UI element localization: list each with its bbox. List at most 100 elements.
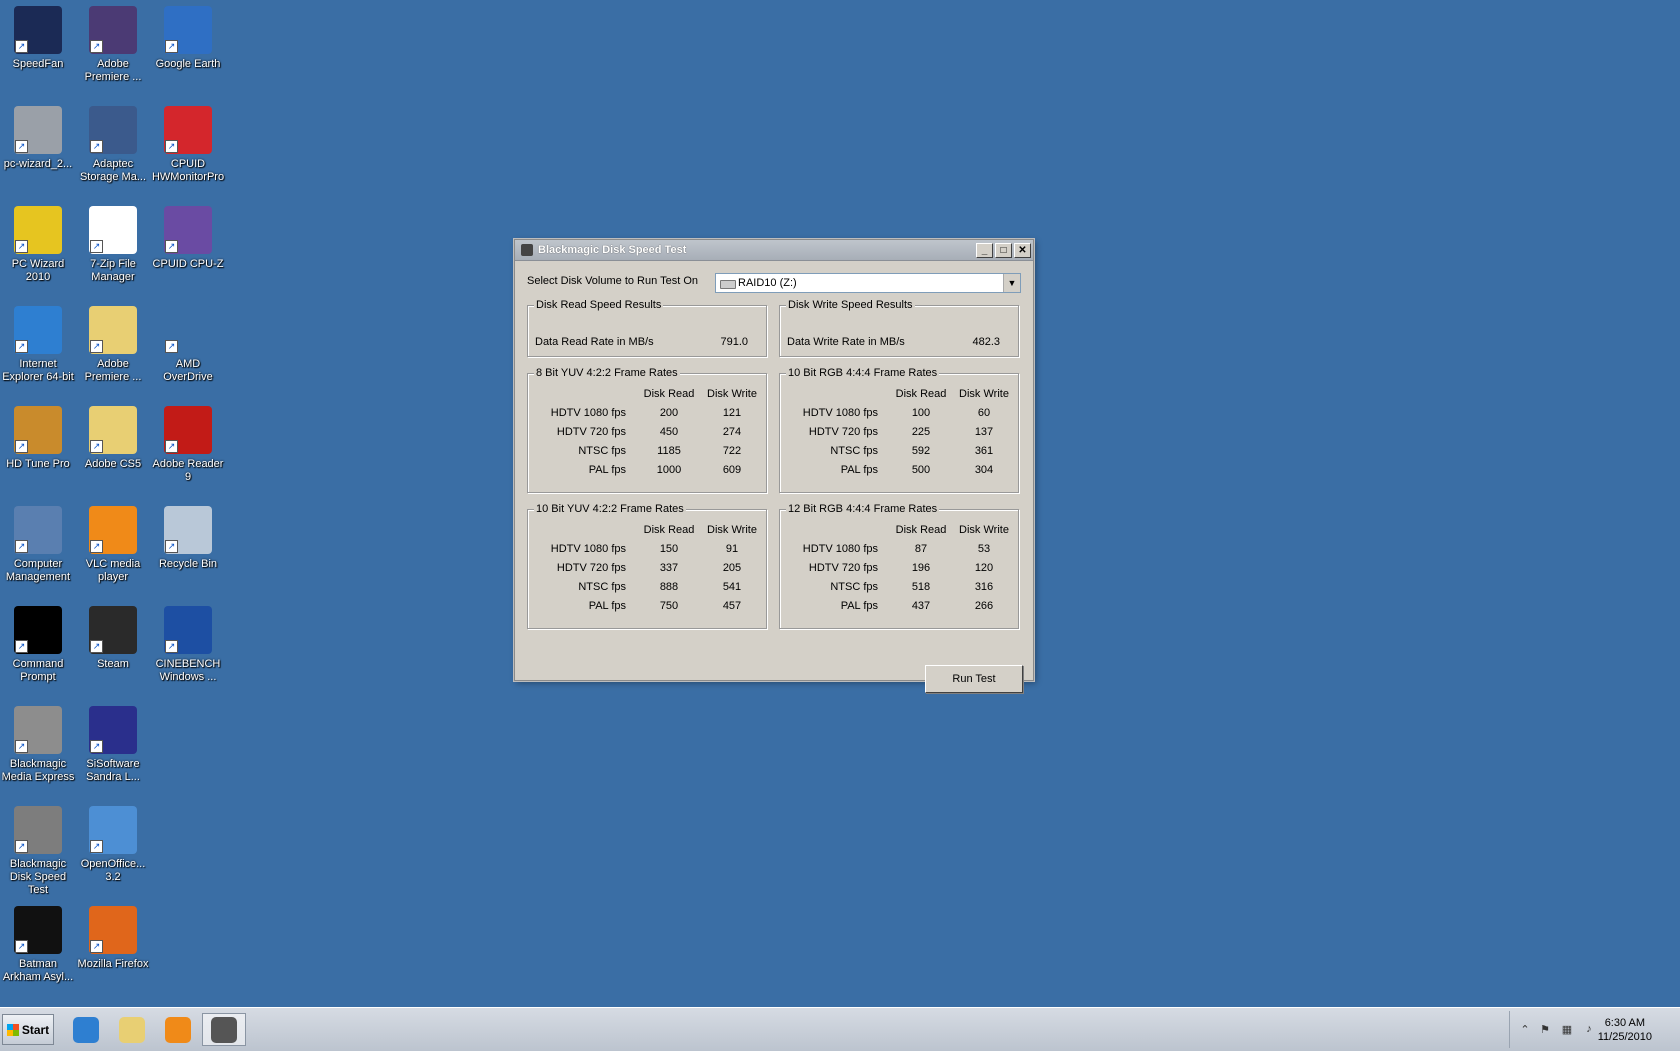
- read-value: 87: [914, 543, 928, 555]
- desktop-icon[interactable]: ↗ Recycle Bin: [150, 506, 226, 571]
- shortcut-arrow-icon: ↗: [15, 940, 28, 953]
- taskbar-button[interactable]: [110, 1013, 154, 1046]
- table-header-row: Disk Read Disk Write: [780, 524, 1018, 543]
- desktop-icon[interactable]: ↗ AMD OverDrive: [150, 306, 226, 384]
- start-button[interactable]: Start: [2, 1014, 54, 1045]
- action-center-icon[interactable]: ⚑: [1538, 1023, 1552, 1037]
- clock-time: 6:30 AM: [1604, 1017, 1646, 1029]
- amd-icon: ↗: [164, 306, 212, 354]
- table-row: HDTV 720 fps 337 205: [528, 562, 766, 581]
- storage-icon: ↗: [89, 106, 137, 154]
- network-icon[interactable]: ▦: [1560, 1023, 1574, 1037]
- desktop-icon[interactable]: ↗ HD Tune Pro: [0, 406, 76, 471]
- read-value: 100: [911, 407, 931, 419]
- frame-rate-group: 10 Bit RGB 4:4:4 Frame Rates Disk Read Dis…: [779, 367, 1019, 493]
- taskbar-button[interactable]: [156, 1013, 200, 1046]
- desktop-icon[interactable]: ↗ Batman Arkham Asyl...: [0, 906, 76, 984]
- desktop-icon[interactable]: ↗ pc-wizard_2...: [0, 106, 76, 171]
- premiere-icon: ↗: [89, 6, 137, 54]
- table-row: HDTV 1080 fps 100 60: [780, 407, 1018, 426]
- frame-rate-legend: 10 Bit YUV 4:2:2 Frame Rates: [534, 503, 686, 515]
- desktop-icon[interactable]: ↗ CINEBENCH Windows ...: [150, 606, 226, 684]
- desktop-icon[interactable]: ↗ CPUID HWMonitorPro: [150, 106, 226, 184]
- table-header-row: Disk Read Disk Write: [528, 524, 766, 543]
- shortcut-arrow-icon: ↗: [15, 340, 28, 353]
- desktop-icon[interactable]: ↗ Adaptec Storage Ma...: [75, 106, 151, 184]
- desktop-icon[interactable]: ↗ PC Wizard 2010: [0, 206, 76, 284]
- column-header-write: Disk Write: [959, 524, 1009, 536]
- minimize-button[interactable]: _: [976, 242, 993, 258]
- write-value: 60: [977, 407, 991, 419]
- table-row: NTSC fps 1185 722: [528, 445, 766, 464]
- desktop-icon-label: Adobe Premiere ...: [84, 58, 142, 83]
- desktop-icon[interactable]: ↗ Computer Management: [0, 506, 76, 584]
- read-value: 196: [911, 562, 931, 574]
- chevron-down-icon[interactable]: ▼: [1003, 274, 1020, 292]
- desktop-icon[interactable]: ↗ OpenOffice... 3.2: [75, 806, 151, 884]
- desktop-icon-label: VLC media player: [85, 558, 141, 583]
- installer-icon: ↗: [14, 106, 62, 154]
- column-header-read: Disk Read: [895, 524, 947, 536]
- desktop-icon[interactable]: ↗ Steam: [75, 606, 151, 671]
- write-rate-value: 482.3: [972, 336, 1000, 348]
- desktop-icon[interactable]: ↗ Adobe Reader 9: [150, 406, 226, 484]
- shortcut-arrow-icon: ↗: [90, 40, 103, 53]
- shortcut-arrow-icon: ↗: [90, 440, 103, 453]
- desktop-icon[interactable]: ↗ Adobe Premiere ...: [75, 6, 151, 84]
- desktop-icon[interactable]: ↗ SiSoftware Sandra L...: [75, 706, 151, 784]
- desktop-icon-label: Recycle Bin: [158, 558, 218, 570]
- row-label: PAL fps: [840, 464, 878, 476]
- table-row: NTSC fps 592 361: [780, 445, 1018, 464]
- row-label: PAL fps: [588, 600, 626, 612]
- desktop-icon[interactable]: ↗ 7-Zip File Manager: [75, 206, 151, 284]
- desktop-icon-label: Adobe Premiere ...: [84, 358, 142, 383]
- table-header-row: Disk Read Disk Write: [780, 388, 1018, 407]
- row-label: NTSC fps: [830, 581, 878, 593]
- shortcut-arrow-icon: ↗: [15, 540, 28, 553]
- desktop-icon-label: HD Tune Pro: [6, 458, 70, 470]
- row-label: HDTV 1080 fps: [802, 407, 878, 419]
- read-value: 518: [911, 581, 931, 593]
- maximize-button[interactable]: □: [995, 242, 1012, 258]
- firefox-icon: ↗: [89, 906, 137, 954]
- desktop-icon[interactable]: ↗ Blackmagic Media Express: [0, 706, 76, 784]
- volume-dropdown[interactable]: RAID10 (Z:) ▼: [715, 273, 1021, 293]
- run-test-button[interactable]: Run Test: [925, 665, 1023, 693]
- volume-icon[interactable]: ♪: [1582, 1023, 1596, 1037]
- desktop-icon[interactable]: ↗ VLC media player: [75, 506, 151, 584]
- windows-logo-icon: [6, 1023, 19, 1036]
- desktop-icon[interactable]: ↗ Mozilla Firefox: [75, 906, 151, 971]
- taskbar-button[interactable]: [64, 1013, 108, 1046]
- desktop-icon[interactable]: ↗ Adobe CS5: [75, 406, 151, 471]
- shortcut-arrow-icon: ↗: [15, 740, 28, 753]
- frame-rate-table: Disk Read Disk Write HDTV 1080 fps 100 60 HDT…: [780, 388, 1018, 483]
- desktop-icon[interactable]: ↗ SpeedFan: [0, 6, 76, 71]
- write-rate-label: Data Write Rate in MB/s: [787, 336, 905, 348]
- desktop-icon[interactable]: ↗ Command Prompt: [0, 606, 76, 684]
- desktop-icon-label: Steam: [97, 658, 129, 670]
- shortcut-arrow-icon: ↗: [90, 140, 103, 153]
- shortcut-arrow-icon: ↗: [15, 40, 28, 53]
- read-value: 1000: [656, 464, 682, 476]
- read-value: 225: [911, 426, 931, 438]
- show-hidden-icons-icon[interactable]: ⌃: [1518, 1023, 1532, 1037]
- write-value: 205: [722, 562, 742, 574]
- sandra-icon: ↗: [89, 706, 137, 754]
- desktop-icon[interactable]: ↗ Google Earth: [150, 6, 226, 71]
- desktop-icon[interactable]: ↗ Adobe Premiere ...: [75, 306, 151, 384]
- close-button[interactable]: ✕: [1014, 242, 1031, 258]
- clock[interactable]: 6:30 AM 11/25/2010: [1598, 1016, 1652, 1044]
- desktop-icon[interactable]: ↗ Blackmagic Disk Speed Test: [0, 806, 76, 897]
- globe-icon: ↗: [164, 6, 212, 54]
- title-bar[interactable]: Blackmagic Disk Speed Test _ □ ✕: [515, 240, 1033, 261]
- shortcut-arrow-icon: ↗: [165, 640, 178, 653]
- frame-rate-legend: 12 Bit RGB 4:4:4 Frame Rates: [786, 503, 940, 515]
- column-header-read: Disk Read: [643, 388, 695, 400]
- desktop-icon-label: PC Wizard 2010: [11, 258, 65, 283]
- write-value: 361: [974, 445, 994, 457]
- shortcut-arrow-icon: ↗: [165, 40, 178, 53]
- frame-rate-group: 12 Bit RGB 4:4:4 Frame Rates Disk Read Dis…: [779, 503, 1019, 629]
- desktop-icon[interactable]: ↗ Internet Explorer 64-bit: [0, 306, 76, 384]
- taskbar-button[interactable]: [202, 1013, 246, 1046]
- desktop-icon[interactable]: ↗ CPUID CPU-Z: [150, 206, 226, 271]
